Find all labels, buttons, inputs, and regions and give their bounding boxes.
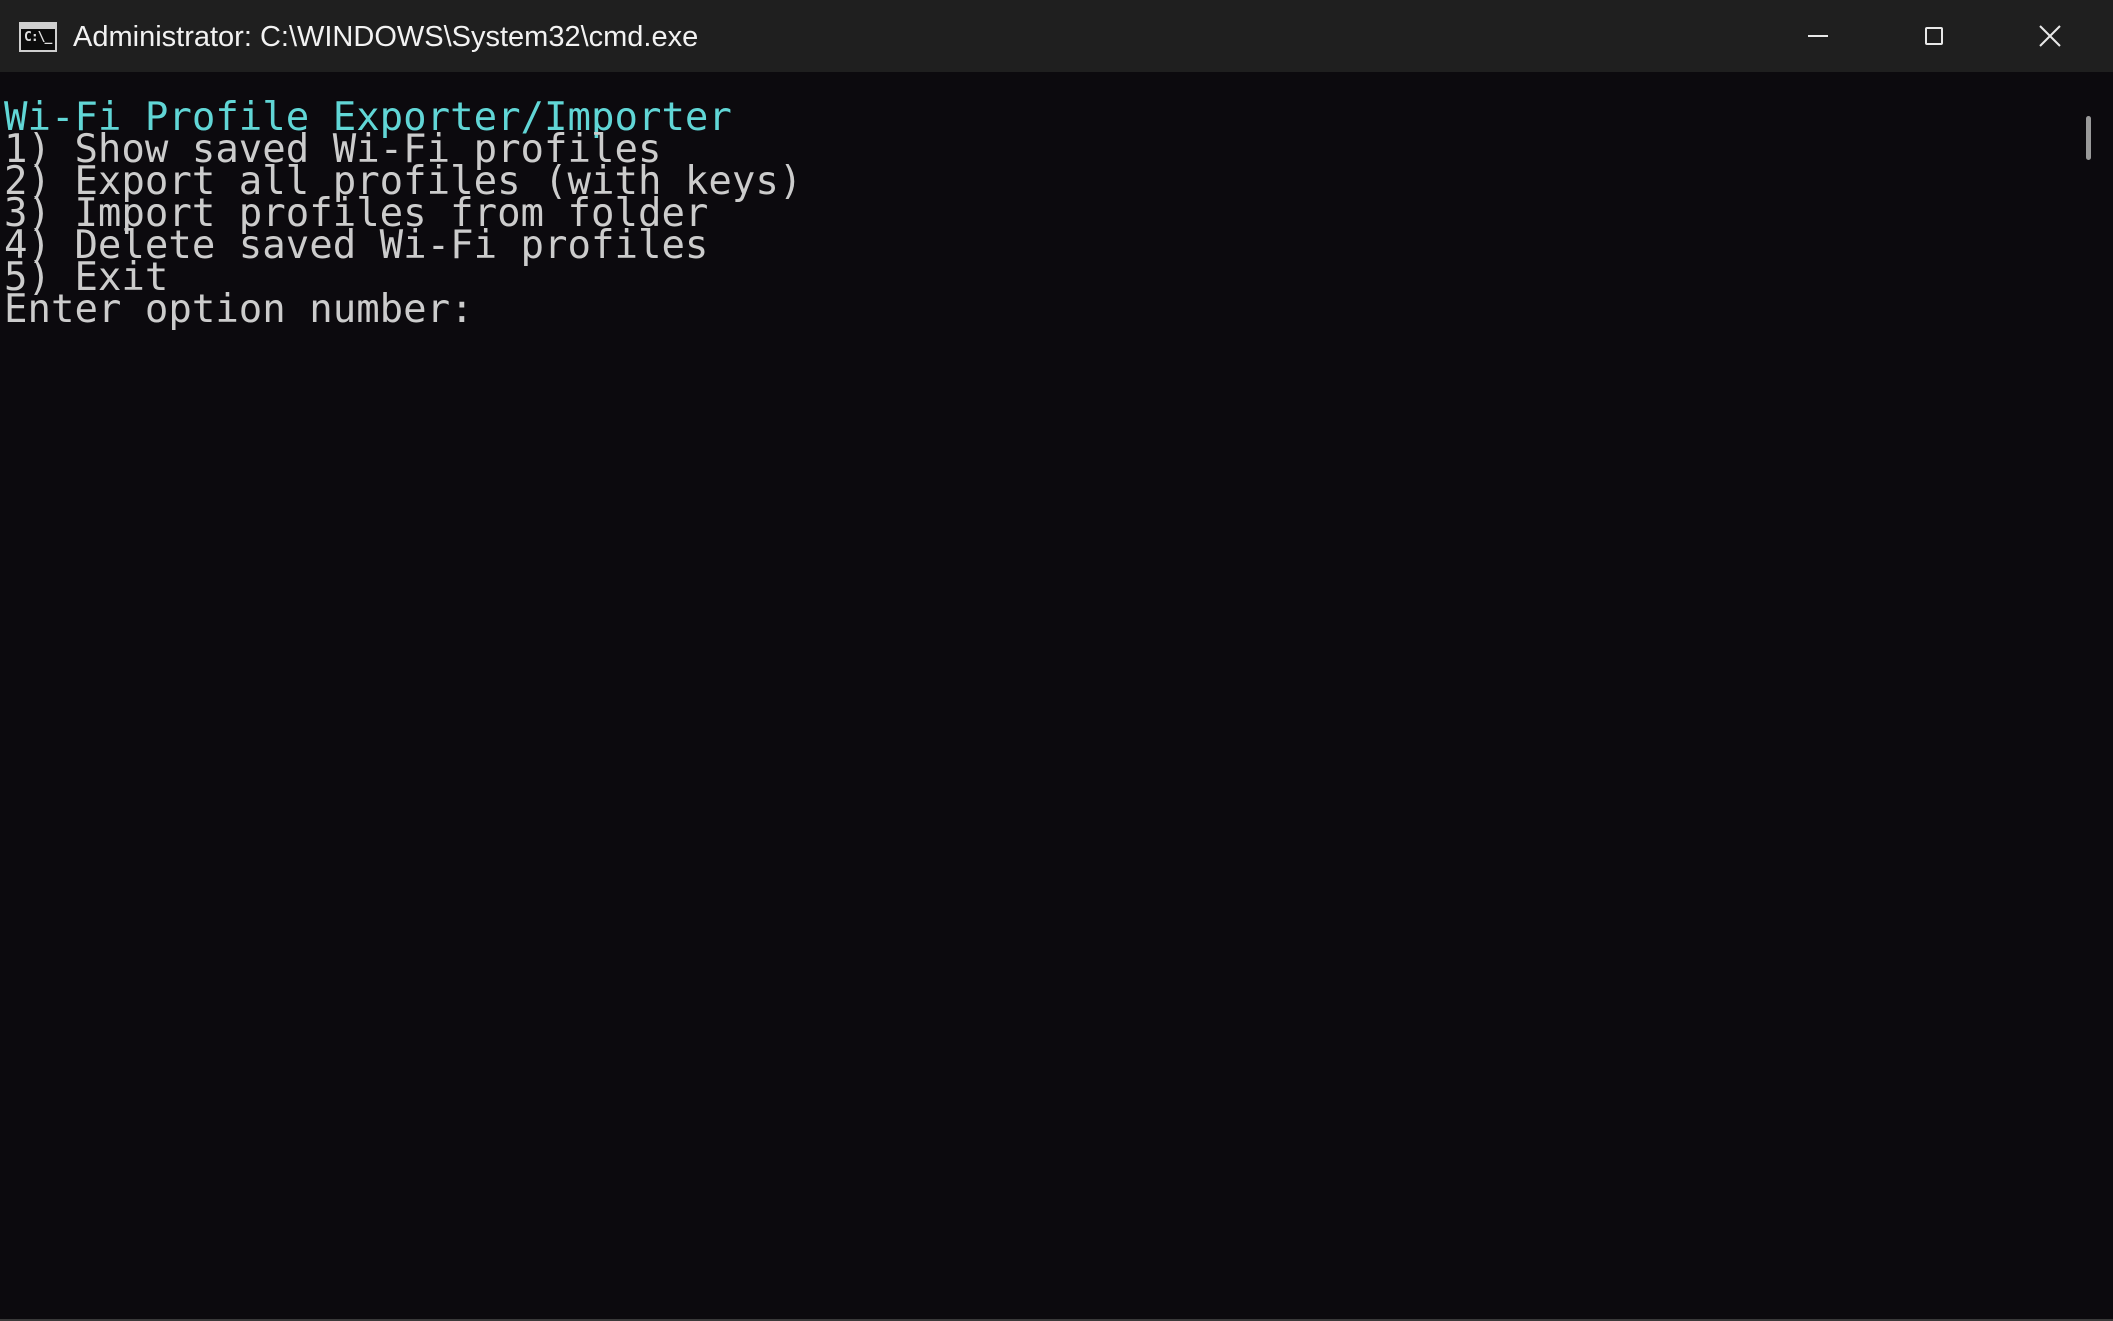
cmd-icon-bar xyxy=(21,24,55,29)
scrollbar-thumb[interactable] xyxy=(2086,116,2091,160)
input-prompt[interactable]: Enter option number: xyxy=(4,290,474,329)
maximize-icon xyxy=(1925,27,1943,45)
window-title: Administrator: C:\WINDOWS\System32\cmd.e… xyxy=(73,21,699,53)
minimize-icon xyxy=(1808,35,1828,37)
title-bar[interactable]: C:\_ Administrator: C:\WINDOWS\System32\… xyxy=(0,0,2113,72)
cmd-window: C:\_ Administrator: C:\WINDOWS\System32\… xyxy=(0,0,2113,1321)
close-button[interactable] xyxy=(1992,0,2108,72)
vertical-scrollbar[interactable] xyxy=(2068,72,2113,1321)
cmd-icon-text: C:\_ xyxy=(24,30,52,45)
cmd-icon[interactable]: C:\_ xyxy=(19,22,57,52)
close-icon xyxy=(2039,25,2061,47)
minimize-button[interactable] xyxy=(1760,0,1876,72)
terminal-output[interactable]: Wi-Fi Profile Exporter/Importer 1) Show … xyxy=(0,72,2068,1321)
maximize-button[interactable] xyxy=(1876,0,1992,72)
